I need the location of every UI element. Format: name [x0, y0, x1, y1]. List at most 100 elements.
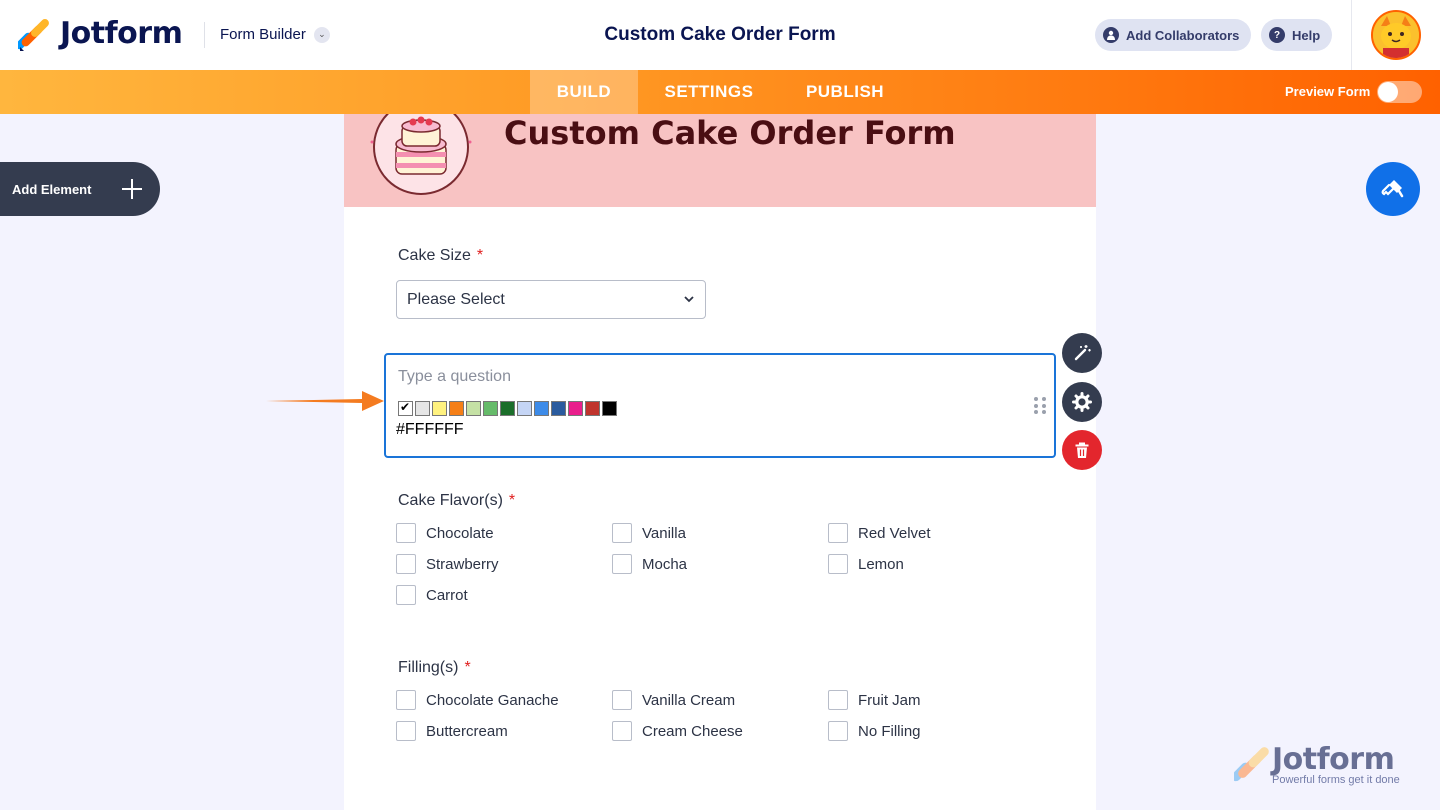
user-menu[interactable]: [1351, 0, 1440, 70]
checkbox-option[interactable]: Vanilla Cream: [612, 690, 735, 710]
active-question-field[interactable]: Type a question #FFFFFF: [384, 353, 1056, 458]
user-icon: [1103, 27, 1119, 43]
tab-publish[interactable]: PUBLISH: [790, 70, 900, 114]
help-label: Help: [1292, 27, 1321, 43]
checkbox[interactable]: [396, 585, 416, 605]
checkbox-option[interactable]: Fruit Jam: [828, 690, 921, 710]
color-swatch[interactable]: [517, 401, 532, 416]
avatar[interactable]: [1371, 10, 1421, 60]
top-header: Jotform Form Builder ⌄ Custom Cake Order…: [0, 0, 1440, 70]
checkbox-option[interactable]: Cream Cheese: [612, 721, 743, 741]
tab-build[interactable]: BUILD: [530, 70, 638, 114]
option-label: Cream Cheese: [642, 722, 743, 740]
color-swatch[interactable]: [432, 401, 447, 416]
plus-icon: [122, 179, 142, 199]
checkbox-option[interactable]: Red Velvet: [828, 523, 931, 543]
option-label: Vanilla: [642, 524, 686, 542]
paint-roller-icon: [1381, 180, 1404, 198]
required-asterisk: *: [476, 247, 484, 264]
jotform-watermark-logo-icon: [1234, 747, 1269, 782]
checkbox[interactable]: [828, 690, 848, 710]
checkbox[interactable]: [828, 554, 848, 574]
cake-size-label[interactable]: Cake Size *: [398, 247, 483, 265]
color-swatch[interactable]: [500, 401, 515, 416]
color-swatch[interactable]: [398, 400, 413, 416]
watermark-brand: Jotform: [1272, 742, 1395, 777]
cake-flavors-text: Cake Flavor(s): [398, 492, 503, 509]
color-swatch[interactable]: [415, 401, 430, 416]
checkbox-option[interactable]: Lemon: [828, 554, 904, 574]
option-label: Fruit Jam: [858, 691, 921, 709]
add-element-button[interactable]: Add Element: [0, 162, 160, 216]
color-swatch[interactable]: [568, 401, 583, 416]
color-swatch[interactable]: [602, 401, 617, 416]
color-swatch-row: [398, 400, 617, 416]
trash-icon: [1075, 442, 1089, 458]
checkbox-option[interactable]: Chocolate Ganache: [396, 690, 559, 710]
add-collaborators-button[interactable]: Add Collaborators: [1095, 19, 1252, 51]
add-collaborators-label: Add Collaborators: [1126, 27, 1240, 43]
checkbox[interactable]: [612, 554, 632, 574]
form-builder-dropdown[interactable]: Form Builder ⌄: [220, 26, 330, 43]
color-swatch[interactable]: [585, 401, 600, 416]
preview-form-toggle[interactable]: [1377, 81, 1422, 103]
option-label: Mocha: [642, 555, 688, 573]
option-label: Strawberry: [426, 555, 499, 573]
watermark-tagline: Powerful forms get it done: [1272, 774, 1400, 786]
cake-size-select[interactable]: Please Select: [396, 280, 706, 319]
tab-settings[interactable]: SETTINGS: [648, 70, 770, 114]
checkbox[interactable]: [828, 523, 848, 543]
chevron-down-icon: [684, 296, 694, 303]
jotform-logo-icon: [18, 18, 49, 51]
question-icon: ?: [1269, 27, 1285, 43]
magic-wand-button[interactable]: [1062, 333, 1102, 373]
question-input[interactable]: Type a question: [398, 368, 511, 386]
checkbox[interactable]: [396, 721, 416, 741]
color-hex-value: #FFFFFF: [396, 421, 464, 438]
color-swatch[interactable]: [551, 401, 566, 416]
delete-field-button[interactable]: [1062, 430, 1102, 470]
checkbox[interactable]: [396, 523, 416, 543]
form-designer-button[interactable]: [1366, 162, 1420, 216]
color-swatch[interactable]: [449, 401, 464, 416]
checkbox[interactable]: [612, 523, 632, 543]
pointer-arrow-icon: [266, 391, 384, 411]
checkbox[interactable]: [396, 690, 416, 710]
fillings-label[interactable]: Filling(s) *: [398, 659, 471, 677]
checkbox[interactable]: [612, 690, 632, 710]
checkbox-option[interactable]: Mocha: [612, 554, 687, 574]
option-label: Chocolate Ganache: [426, 691, 559, 709]
checkbox[interactable]: [828, 721, 848, 741]
brand-name: Jotform: [60, 16, 183, 51]
option-label: Vanilla Cream: [642, 691, 736, 709]
jotform-logo[interactable]: Jotform: [18, 16, 183, 51]
cake-flavors-label[interactable]: Cake Flavor(s) *: [398, 492, 515, 510]
magic-wand-icon: [1074, 345, 1091, 361]
checkbox-option[interactable]: Buttercream: [396, 721, 508, 741]
toggle-knob: [1378, 82, 1398, 102]
checkbox[interactable]: [612, 721, 632, 741]
help-button[interactable]: ? Help: [1261, 19, 1333, 51]
fillings-text: Filling(s): [398, 659, 459, 676]
checkbox-option[interactable]: Carrot: [396, 585, 468, 605]
checkbox-option[interactable]: No Filling: [828, 721, 921, 741]
builder-navbar: BUILD SETTINGS PUBLISH Preview Form: [0, 70, 1440, 114]
form-canvas: Custom Cake Order Form Cake Size * Please…: [344, 114, 1096, 810]
form-title-header[interactable]: Custom Cake Order Form: [604, 24, 835, 45]
field-settings-button[interactable]: [1062, 382, 1102, 422]
checkbox-option[interactable]: Vanilla: [612, 523, 686, 543]
drag-handle-icon[interactable]: [1034, 397, 1046, 415]
color-swatch[interactable]: [483, 401, 498, 416]
color-swatch[interactable]: [466, 401, 481, 416]
option-label: Carrot: [426, 586, 468, 604]
checkbox[interactable]: [396, 554, 416, 574]
color-swatch[interactable]: [534, 401, 549, 416]
required-asterisk: *: [508, 492, 516, 509]
header-divider: [204, 22, 205, 48]
form-title[interactable]: Custom Cake Order Form: [504, 114, 956, 152]
chevron-down-icon: ⌄: [313, 26, 330, 43]
checkbox-option[interactable]: Chocolate: [396, 523, 494, 543]
add-element-label: Add Element: [12, 181, 92, 197]
option-label: No Filling: [858, 722, 921, 740]
checkbox-option[interactable]: Strawberry: [396, 554, 499, 574]
